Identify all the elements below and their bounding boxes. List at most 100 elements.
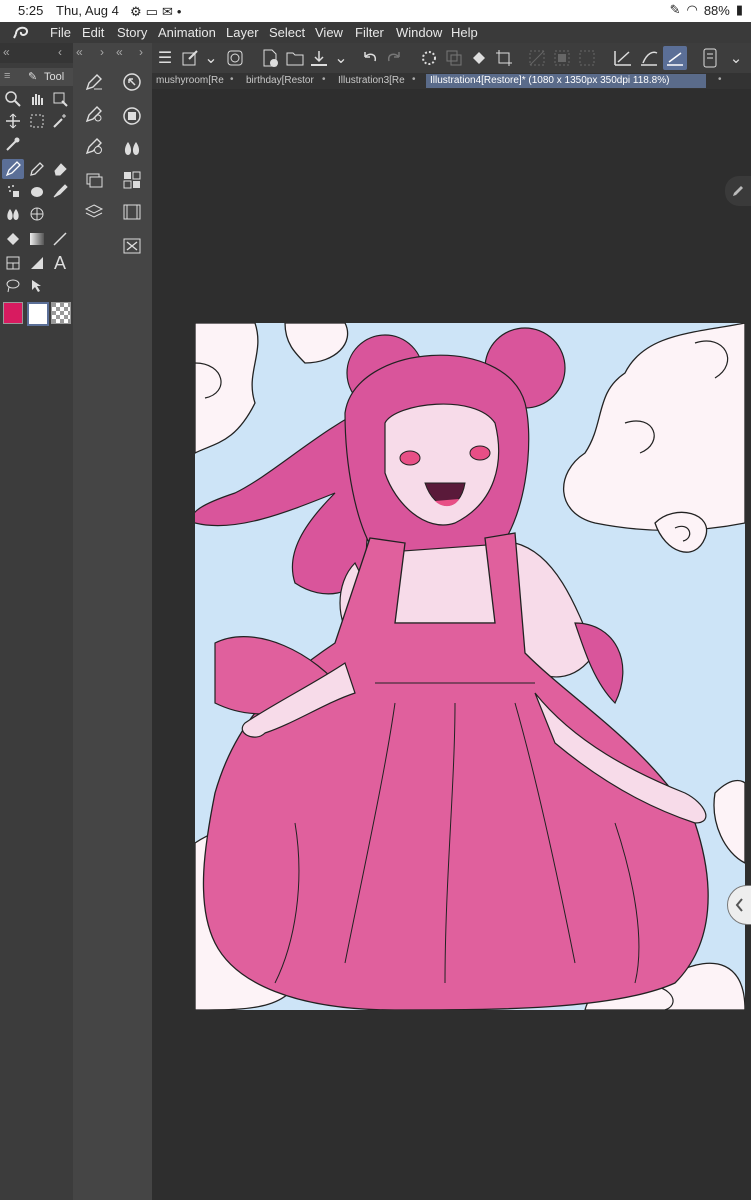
magic-wand-icon[interactable]: [50, 111, 70, 131]
crop-icon[interactable]: [494, 48, 514, 68]
save-icon[interactable]: [309, 48, 329, 68]
navigator-icon[interactable]: [120, 71, 144, 93]
sub-tool-column: « › « ›: [73, 43, 153, 1200]
tab-illustration4[interactable]: Illustration4[Restore]* (1080 x 1350px 3…: [426, 74, 706, 88]
sub-color-swatch[interactable]: [27, 302, 49, 326]
menu-lines-icon[interactable]: ≡: [4, 70, 10, 82]
battery-icon: ▮: [735, 2, 743, 17]
quickshot-icon[interactable]: [224, 49, 246, 67]
frame-icon[interactable]: [3, 253, 23, 273]
select-all-icon[interactable]: [552, 48, 572, 68]
collapse-left-icon[interactable]: «: [3, 45, 10, 59]
tab-close-dot-3[interactable]: •: [412, 74, 416, 85]
copy-icon[interactable]: [444, 48, 464, 68]
timeline-icon[interactable]: [120, 201, 144, 223]
color-set-icon[interactable]: [120, 169, 144, 191]
snap-ruler-icon[interactable]: [612, 48, 634, 68]
collapse-left-icon-2[interactable]: «: [76, 45, 83, 59]
clear-icon[interactable]: [120, 235, 144, 257]
tab-illustration3[interactable]: Illustration3[Re: [338, 74, 408, 88]
deselect-icon[interactable]: [577, 48, 597, 68]
menu-filter[interactable]: Filter: [355, 25, 384, 40]
eyedropper-icon[interactable]: [3, 134, 23, 154]
battery-level: 88%: [703, 2, 730, 18]
open-icon[interactable]: [285, 48, 305, 68]
illustration: [195, 323, 745, 1010]
status-icons: ⚙ ▭ ✉ •: [130, 4, 181, 20]
collapse-right-icon[interactable]: ‹: [58, 45, 62, 59]
chevron-down-icon-2[interactable]: ⌄: [334, 49, 348, 67]
menu-edit[interactable]: Edit: [82, 25, 104, 40]
pen-tool-icon[interactable]: [2, 159, 24, 179]
pencil-tool-icon[interactable]: [27, 159, 47, 179]
app-logo-icon[interactable]: [12, 24, 32, 43]
chevron-down-icon-3[interactable]: ⌄: [727, 49, 745, 67]
balloon-icon[interactable]: [27, 253, 47, 273]
tab-mushyroom[interactable]: mushyroom[Re: [156, 74, 228, 88]
text-icon[interactable]: A: [50, 253, 70, 273]
correction-icon[interactable]: [27, 276, 47, 296]
fill-icon[interactable]: [3, 229, 23, 249]
menu-layer[interactable]: Layer: [226, 25, 259, 40]
snap-grid-icon[interactable]: [663, 46, 687, 70]
menu-select[interactable]: Select: [269, 25, 305, 40]
material-icon[interactable]: [82, 169, 106, 191]
lasso-icon[interactable]: [3, 276, 23, 296]
tool-property-icon[interactable]: [82, 103, 106, 125]
menu-window[interactable]: Window: [396, 25, 442, 40]
artwork-canvas[interactable]: [195, 323, 745, 1010]
color-mixing-icon[interactable]: [120, 137, 144, 159]
device-icon[interactable]: [700, 48, 720, 68]
loading-icon[interactable]: [419, 48, 439, 68]
ruler-grid-icon[interactable]: [27, 204, 47, 224]
tab-close-dot[interactable]: •: [230, 74, 234, 85]
pen-icon: ✎: [669, 2, 681, 17]
screen-icon: ▭: [145, 4, 158, 19]
redo-icon[interactable]: [384, 48, 404, 68]
menu-bar: File Edit Story Animation Layer Select V…: [0, 22, 751, 43]
tab-close-dot-2[interactable]: •: [322, 74, 326, 85]
expand-right-icon-2[interactable]: ›: [100, 45, 104, 59]
menu-animation[interactable]: Animation: [158, 25, 216, 40]
snap-special-ruler-icon[interactable]: [638, 48, 660, 68]
layer-property-icon[interactable]: [120, 105, 144, 127]
rotate-icon[interactable]: [50, 89, 70, 109]
brush-icon[interactable]: [50, 181, 70, 201]
floating-pen-button[interactable]: [725, 176, 751, 206]
sub-tool-icon[interactable]: [82, 71, 106, 93]
undo-icon[interactable]: [360, 48, 380, 68]
menu-file[interactable]: File: [50, 25, 71, 40]
decoration-icon[interactable]: [27, 181, 47, 201]
gradient-icon[interactable]: [27, 229, 47, 249]
move-icon[interactable]: [3, 111, 23, 131]
eraser-icon[interactable]: [50, 159, 70, 179]
brush-size-icon[interactable]: [82, 135, 106, 157]
fill-bucket-icon[interactable]: [469, 48, 489, 68]
status-right: ✎ ◠ 88% ▮: [670, 2, 743, 18]
marquee-icon[interactable]: [27, 111, 47, 131]
tool-palette: « ‹ ≡ ✎ Tool A: [0, 43, 74, 1200]
menu-help[interactable]: Help: [451, 25, 478, 40]
new-file-icon[interactable]: [260, 48, 280, 68]
line-icon[interactable]: [50, 229, 70, 249]
status-time: 5:25: [18, 3, 44, 18]
main-color-swatch[interactable]: [3, 302, 23, 324]
menu-icon[interactable]: ☰: [156, 49, 174, 67]
menu-view[interactable]: View: [315, 25, 343, 40]
transparent-color-swatch[interactable]: [51, 302, 71, 324]
document-tabs: mushyroom[Re • birthday[Restor • Illustr…: [152, 73, 751, 89]
airbrush-icon[interactable]: [3, 181, 23, 201]
tab-close-dot-4[interactable]: •: [718, 74, 722, 85]
collapse-left-icon-3[interactable]: «: [116, 45, 123, 59]
expand-right-icon-3[interactable]: ›: [139, 45, 143, 59]
chevron-down-icon[interactable]: ⌄: [204, 49, 218, 67]
zoom-icon[interactable]: [3, 89, 23, 109]
transform-icon[interactable]: [179, 49, 201, 67]
layer-icon[interactable]: [82, 201, 106, 223]
hand-icon[interactable]: [27, 89, 47, 109]
blend-icon[interactable]: [3, 204, 23, 224]
hide-selection-icon[interactable]: [527, 48, 547, 68]
tool-tab[interactable]: ≡ ✎ Tool: [0, 68, 73, 86]
tab-birthday[interactable]: birthday[Restor: [246, 74, 318, 88]
menu-story[interactable]: Story: [117, 25, 147, 40]
